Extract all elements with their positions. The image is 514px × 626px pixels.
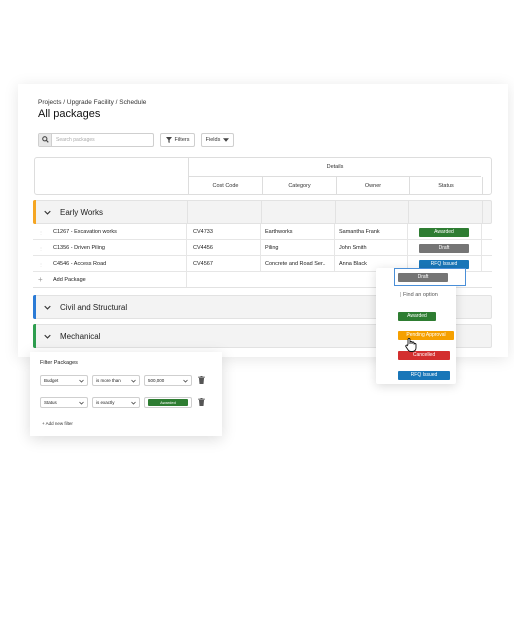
find-option-placeholder: Find an option bbox=[402, 292, 438, 298]
package-name[interactable]: C1356 - Driven Piling bbox=[53, 240, 183, 256]
trash-icon[interactable] bbox=[198, 398, 205, 406]
search-box[interactable]: Search packages bbox=[38, 133, 154, 147]
status-badge[interactable]: Awarded bbox=[419, 227, 469, 237]
package-name[interactable]: C4546 - Access Road bbox=[53, 256, 183, 272]
filter-field-value: Status bbox=[44, 400, 57, 405]
filter-operator-value: is more than bbox=[96, 378, 121, 383]
filter-field-value: Budget bbox=[44, 378, 59, 383]
chevron-down-icon bbox=[183, 379, 188, 383]
column-header-status[interactable]: Status bbox=[409, 177, 483, 195]
filter-panel-title: Filter Packages bbox=[40, 360, 78, 366]
chevron-down-icon bbox=[79, 379, 84, 383]
selected-status-badge[interactable]: Draft bbox=[398, 273, 448, 282]
category-cell[interactable]: Piling bbox=[265, 240, 331, 256]
table-row[interactable]: ⋮ C1356 - Driven Piling CV4456 Piling Jo… bbox=[33, 240, 492, 256]
drag-handle-icon[interactable]: ⋮ bbox=[39, 246, 43, 251]
filters-button[interactable]: Filters bbox=[160, 133, 195, 147]
search-input[interactable]: Search packages bbox=[56, 137, 95, 143]
filter-value-select[interactable]: 500,000 bbox=[144, 375, 192, 386]
chevron-down-icon bbox=[79, 401, 84, 405]
package-name[interactable]: C1267 - Excavation works bbox=[53, 224, 183, 240]
group-color-bar bbox=[33, 324, 36, 348]
cost-code-cell[interactable]: CV4733 bbox=[193, 224, 257, 240]
group-name: Early Works bbox=[60, 208, 103, 217]
breadcrumb[interactable]: Projects / Upgrade Facility / Schedule bbox=[38, 99, 146, 106]
screen: Projects / Upgrade Facility / Schedule A… bbox=[0, 0, 514, 626]
filter-value: 500,000 bbox=[148, 378, 165, 383]
page-title: All packages bbox=[38, 108, 101, 120]
group-color-bar bbox=[33, 295, 36, 319]
cost-code-cell[interactable]: CV4567 bbox=[193, 256, 257, 272]
status-cell[interactable]: Awarded bbox=[412, 224, 476, 240]
drag-handle-icon[interactable]: ⋮ bbox=[39, 262, 43, 267]
filter-field-select[interactable]: Budget bbox=[40, 375, 88, 386]
add-filter-label: Add new filter bbox=[45, 421, 73, 426]
filter-operator-select[interactable]: is exactly bbox=[92, 397, 140, 408]
caret-down-icon bbox=[223, 138, 230, 142]
filter-operator-select[interactable]: is more than bbox=[92, 375, 140, 386]
cost-code-cell[interactable]: CV4456 bbox=[193, 240, 257, 256]
group-name: Mechanical bbox=[60, 332, 101, 341]
status-select-field[interactable]: Draft bbox=[394, 268, 466, 286]
hand-pointer-icon bbox=[405, 338, 417, 352]
group-header-early-works[interactable]: Early Works bbox=[33, 200, 492, 224]
category-cell[interactable]: Concrete and Road Ser.. bbox=[265, 256, 331, 272]
owner-cell[interactable]: Samantha Frank bbox=[339, 224, 405, 240]
trash-icon[interactable] bbox=[198, 376, 205, 384]
option-awarded[interactable]: Awarded bbox=[398, 312, 436, 321]
add-filter-button[interactable]: + Add new filter bbox=[42, 421, 73, 426]
find-option-input[interactable]: | Find an option bbox=[400, 292, 438, 298]
column-header-cost-code[interactable]: Cost Code bbox=[188, 177, 262, 195]
table-header: Details Cost Code Category Owner Status bbox=[34, 157, 492, 195]
add-package-label[interactable]: Add Package bbox=[53, 272, 173, 288]
group-name: Civil and Structural bbox=[60, 303, 128, 312]
filter-value-badge: Awarded bbox=[148, 399, 188, 406]
filter-field-select[interactable]: Status bbox=[40, 397, 88, 408]
option-rfq-issued[interactable]: RFQ Issued bbox=[398, 371, 450, 380]
fields-button[interactable]: Fields bbox=[201, 133, 234, 147]
column-header-owner[interactable]: Owner bbox=[336, 177, 409, 195]
group-color-bar bbox=[33, 200, 36, 224]
chevron-down-icon bbox=[131, 401, 136, 405]
owner-cell[interactable]: John Smith bbox=[339, 240, 405, 256]
search-icon bbox=[39, 134, 52, 146]
status-cell[interactable]: Draft bbox=[412, 240, 476, 256]
option-cancelled[interactable]: Cancelled bbox=[398, 351, 450, 360]
category-cell[interactable]: Earthworks bbox=[265, 224, 331, 240]
plus-icon[interactable]: + bbox=[38, 275, 43, 284]
chevron-down-icon[interactable] bbox=[44, 305, 51, 310]
chevron-down-icon[interactable] bbox=[44, 210, 51, 215]
plus-icon: + bbox=[42, 421, 45, 426]
chevron-down-icon bbox=[131, 379, 136, 383]
column-header-category[interactable]: Category bbox=[262, 177, 336, 195]
table-row[interactable]: ⋮ C1267 - Excavation works CV4733 Earthw… bbox=[33, 224, 492, 240]
filter-value-select[interactable]: Awarded bbox=[144, 397, 192, 408]
filter-operator-value: is exactly bbox=[96, 400, 115, 405]
drag-handle-icon[interactable]: ⋮ bbox=[39, 230, 43, 235]
chevron-down-icon[interactable] bbox=[44, 334, 51, 339]
filter-packages-panel: Filter Packages Budget is more than 500,… bbox=[30, 352, 222, 436]
details-column-group: Details bbox=[188, 158, 481, 177]
filters-button-label: Filters bbox=[174, 137, 190, 143]
fields-button-label: Fields bbox=[205, 137, 221, 143]
filter-icon bbox=[165, 137, 172, 143]
status-badge[interactable]: Draft bbox=[419, 243, 469, 253]
